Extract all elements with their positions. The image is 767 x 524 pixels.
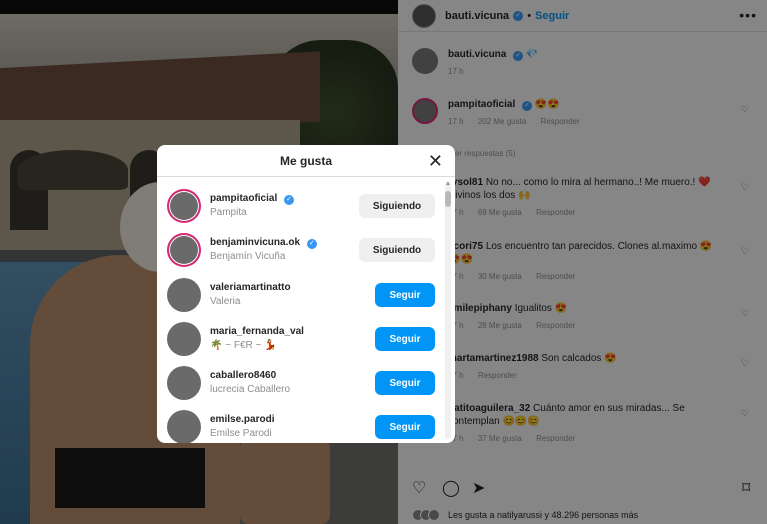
user-username[interactable]: pampitaoficial	[210, 193, 277, 204]
scrollbar-thumb[interactable]	[445, 191, 451, 207]
list-item: emilse.parodi Emilse Parodi Seguir	[167, 407, 437, 443]
user-username[interactable]: valeriamartinatto	[210, 281, 291, 295]
user-fullname: Emilse Parodi	[210, 428, 272, 439]
verified-icon: ✓	[284, 195, 295, 205]
user-avatar[interactable]	[167, 366, 201, 400]
user-fullname: Benjamín Vicuña	[210, 251, 286, 262]
user-fullname: Valeria	[210, 296, 241, 307]
follow-button[interactable]: Seguir	[375, 371, 435, 395]
user-fullname: 🌴 ~ F€R ~ 💃	[210, 340, 277, 351]
user-username[interactable]: caballero8460	[210, 369, 290, 383]
list-item: valeriamartinatto Valeria Seguir	[167, 275, 437, 315]
user-fullname: lucrecia Caballero	[210, 384, 291, 395]
dialog-title: Me gusta	[279, 153, 332, 168]
list-item: caballero8460 lucrecia Caballero Seguir	[167, 363, 437, 403]
follow-button[interactable]: Seguir	[375, 283, 435, 307]
list-item: benjaminvicuna.ok ✓ Benjamín Vicuña Sigu…	[167, 230, 437, 270]
follow-button[interactable]: Seguir	[375, 415, 435, 439]
following-button[interactable]: Siguiendo	[359, 194, 435, 218]
dialog-scrollbar[interactable]: ▲	[445, 181, 451, 439]
scroll-up-icon[interactable]: ▲	[445, 181, 451, 187]
user-username[interactable]: benjaminvicuna.ok	[210, 237, 300, 248]
user-avatar[interactable]	[167, 189, 201, 223]
following-button[interactable]: Siguiendo	[359, 238, 435, 262]
user-username[interactable]: emilse.parodi	[210, 413, 274, 427]
user-username[interactable]: maria_fernanda_val	[210, 325, 304, 339]
user-avatar[interactable]	[167, 233, 201, 267]
user-avatar[interactable]	[167, 410, 201, 443]
list-item: pampitaoficial ✓ Pampita Siguiendo	[167, 186, 437, 226]
user-avatar[interactable]	[167, 322, 201, 356]
user-fullname: Pampita	[210, 207, 247, 218]
close-icon[interactable]: ✕	[428, 151, 443, 172]
follow-button[interactable]: Seguir	[375, 327, 435, 351]
list-item: maria_fernanda_val 🌴 ~ F€R ~ 💃 Seguir	[167, 319, 437, 359]
dialog-header: Me gusta ✕	[157, 145, 455, 177]
likes-dialog: Me gusta ✕ pampitaoficial ✓ Pampita Sigu…	[157, 145, 455, 443]
likes-list[interactable]: pampitaoficial ✓ Pampita Siguiendo benja…	[157, 178, 455, 443]
user-avatar[interactable]	[167, 278, 201, 312]
verified-icon: ✓	[306, 239, 317, 249]
